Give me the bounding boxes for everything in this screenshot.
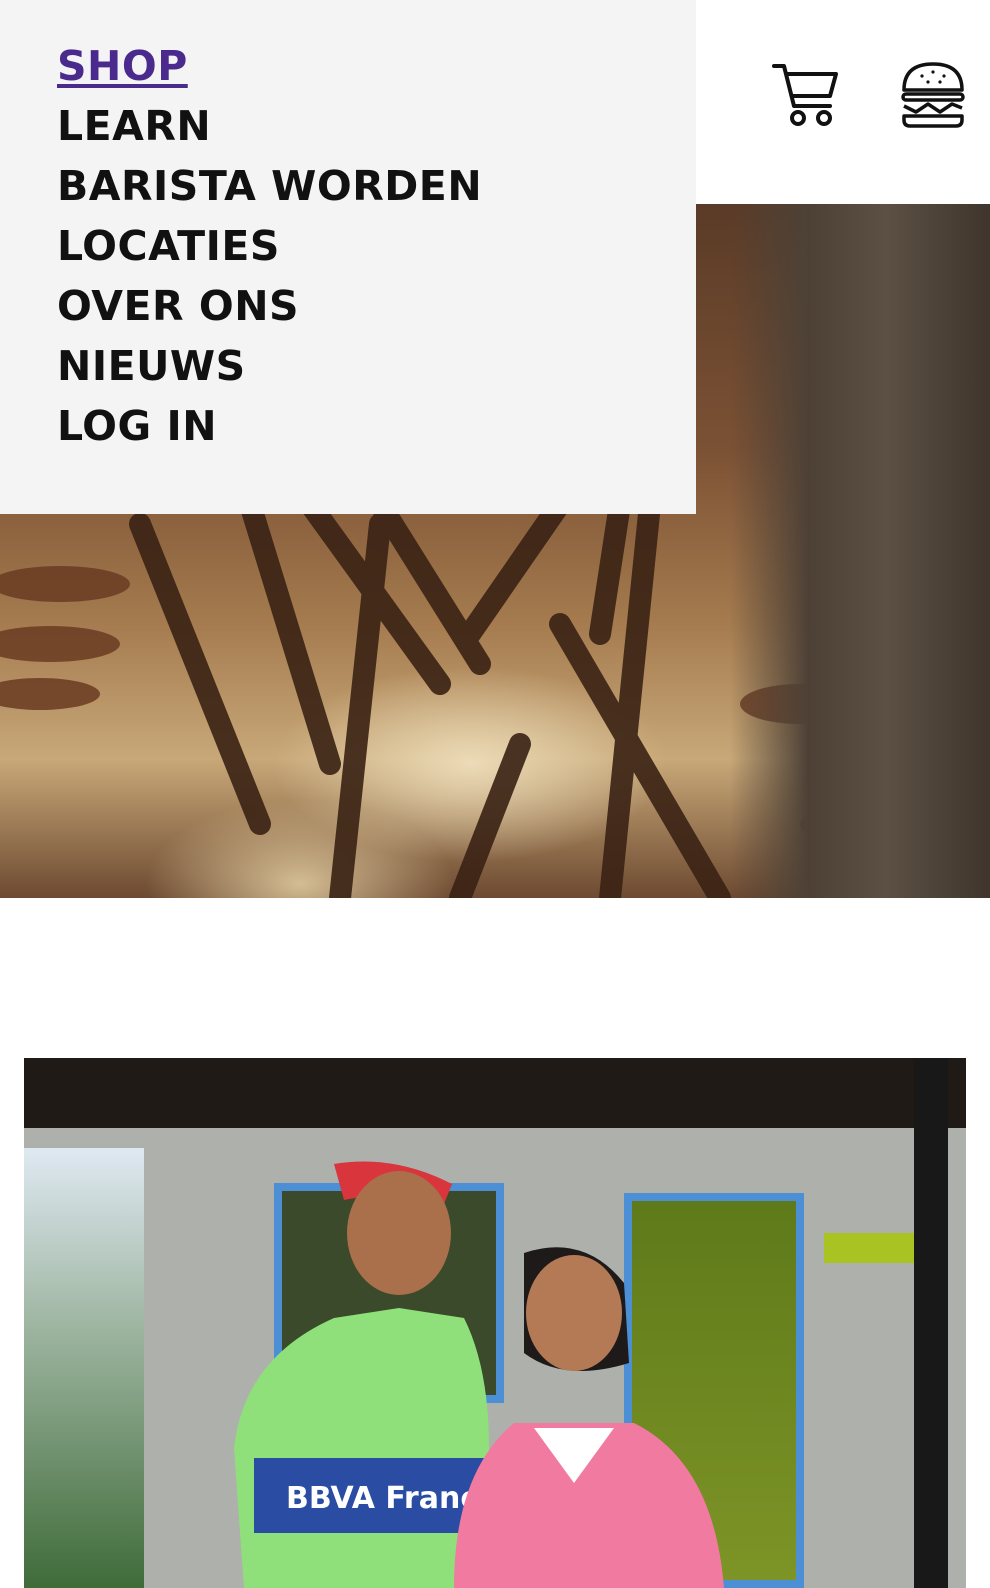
worker-leg-photo-region	[730, 204, 990, 898]
nav-item-shop[interactable]: SHOP	[57, 36, 696, 96]
porch-pillar	[914, 1058, 948, 1588]
nav-item-learn[interactable]: LEARN	[57, 96, 696, 156]
burger-menu-icon[interactable]	[900, 60, 966, 128]
wall-shelf	[824, 1233, 919, 1263]
cart-icon[interactable]	[772, 60, 838, 128]
nav-item-locaties[interactable]: LOCATIES	[57, 216, 696, 276]
nav-item-log-in[interactable]: LOG IN	[57, 396, 696, 456]
nav-item-nieuws[interactable]: NIEUWS	[57, 336, 696, 396]
nav-item-barista-worden[interactable]: BARISTA WORDEN	[57, 156, 696, 216]
nav-item-over-ons[interactable]: OVER ONS	[57, 276, 696, 336]
woman-figure	[454, 1247, 724, 1588]
farmers-couple-photo: BBVA Francés	[24, 1058, 966, 1588]
main-nav-menu: SHOP LEARN BARISTA WORDEN LOCATIES OVER …	[0, 0, 696, 514]
background-trees-sky	[24, 1148, 144, 1588]
